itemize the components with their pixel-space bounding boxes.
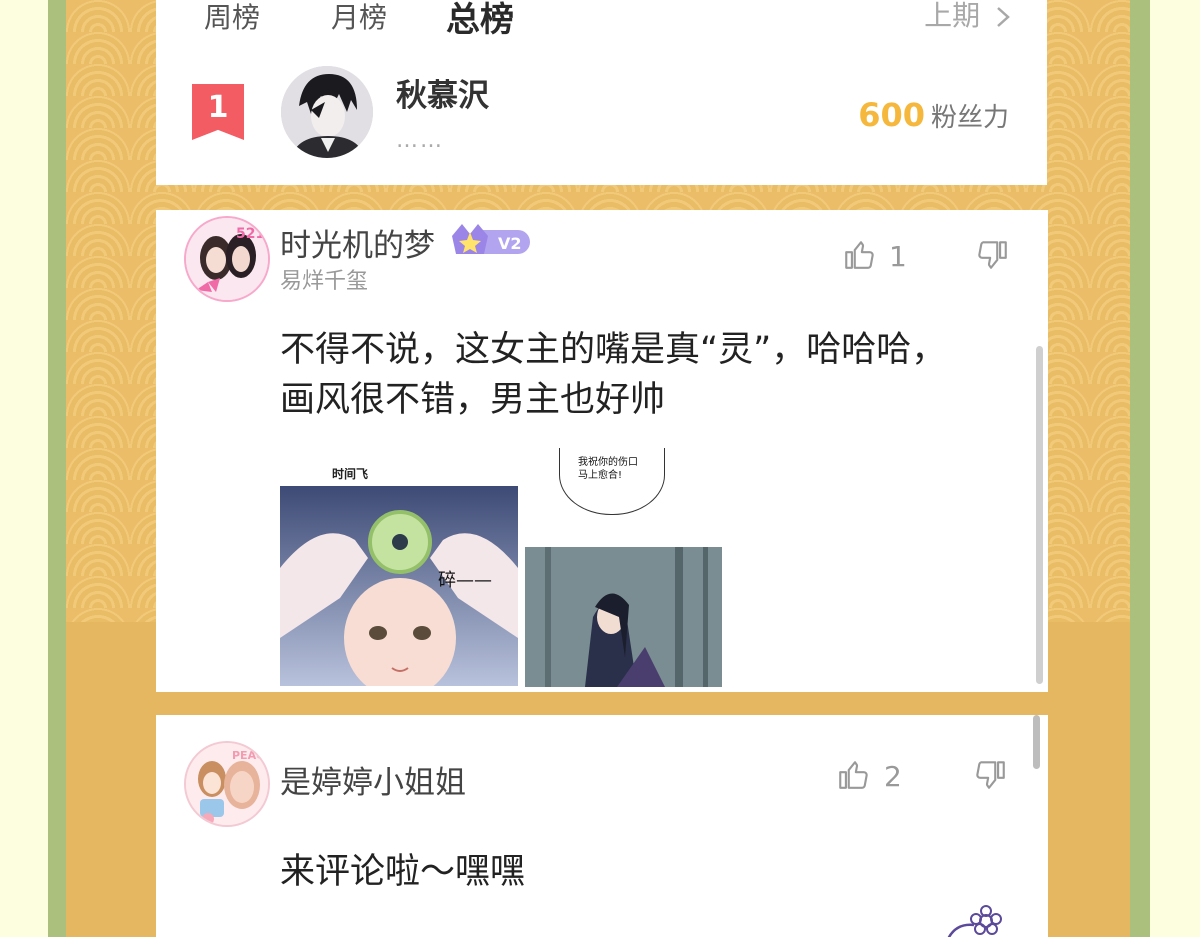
ranked-user-name[interactable]: 秋慕沢 [396,70,489,115]
commenter-username[interactable]: 时光机的梦 [280,220,435,265]
fan-power-unit: 粉丝力 [930,103,1009,133]
speech-bubble: 我祝你的伤口马上愈合! [559,448,665,515]
ranking-card: 周榜 月榜 总榜 上期 1 秋慕沢 …… 600 粉丝力 [156,0,1047,185]
avatar-portrait-image [281,66,373,158]
manga-panel-image [525,547,722,687]
avatar[interactable] [281,66,373,158]
thumbs-up-icon [839,761,868,789]
panel-caption: 时间飞 [332,468,368,481]
like-count: 2 [884,760,902,793]
left-frame-border [48,0,66,937]
chevron-right-icon [997,7,1010,27]
crown-icon: V2 [452,224,530,254]
dislike-button[interactable] [976,238,1010,276]
like-button[interactable] [836,758,870,796]
commenter-avatar[interactable]: 521 [184,216,270,302]
vip-level-text: V2 [498,234,522,253]
previous-period-link[interactable]: 上期 [924,0,1011,34]
comment-text: 来评论啦～嘿嘿 [280,852,526,892]
thumbs-up-icon [845,241,874,269]
scrollbar[interactable] [1033,715,1040,769]
manga-panel-image: 时间飞 碎—— [280,468,518,686]
like-button[interactable] [842,238,876,276]
commenter-subtitle: 易烊千玺 [280,269,369,294]
fan-power: 600 粉丝力 [858,96,1009,134]
vip-level-badge: V2 [450,220,532,262]
fan-power-value: 600 [858,96,925,134]
tab-monthly[interactable]: 月榜 [331,0,387,36]
tab-weekly[interactable]: 周榜 [204,0,260,36]
speech-bubble-text: 我祝你的伤口马上愈合! [578,457,638,481]
comment-card: PEACH 是婷婷小姐姐 2 来评论啦～嘿嘿 [156,715,1048,937]
scrollbar[interactable] [1036,346,1043,684]
comment-image-2[interactable] [525,547,722,687]
comment-image-1[interactable]: 时间飞 碎—— [280,468,518,686]
panel-sfx: 碎—— [438,570,492,591]
svg-text:521: 521 [236,226,265,242]
dislike-button[interactable] [974,758,1008,796]
commenter-avatar[interactable]: PEACH [184,741,270,827]
avatar-portrait-image: PEACH [186,743,268,825]
previous-period-label: 上期 [924,0,981,32]
right-frame-border [1130,0,1150,937]
svg-text:PEACH: PEACH [232,749,268,762]
avatar-portrait-image: 521 [186,218,268,300]
comment-card: 521 时光机的梦 V2 易烊千玺 1 不得不说，这女主的嘴是真“灵”，哈哈哈，… [156,210,1048,692]
thumbs-down-icon [976,761,1005,789]
comment-text: 不得不说，这女主的嘴是真“灵”，哈哈哈，画风很不错，男主也好帅 [280,330,947,420]
thumbs-down-icon [978,241,1007,269]
ranked-user-bio: …… [396,128,444,153]
tab-total[interactable]: 总榜 [446,0,514,41]
flower-icon [946,905,1006,937]
like-count: 1 [889,240,907,273]
commenter-username[interactable]: 是婷婷小姐姐 [280,757,466,802]
rank-badge: 1 [192,84,244,140]
